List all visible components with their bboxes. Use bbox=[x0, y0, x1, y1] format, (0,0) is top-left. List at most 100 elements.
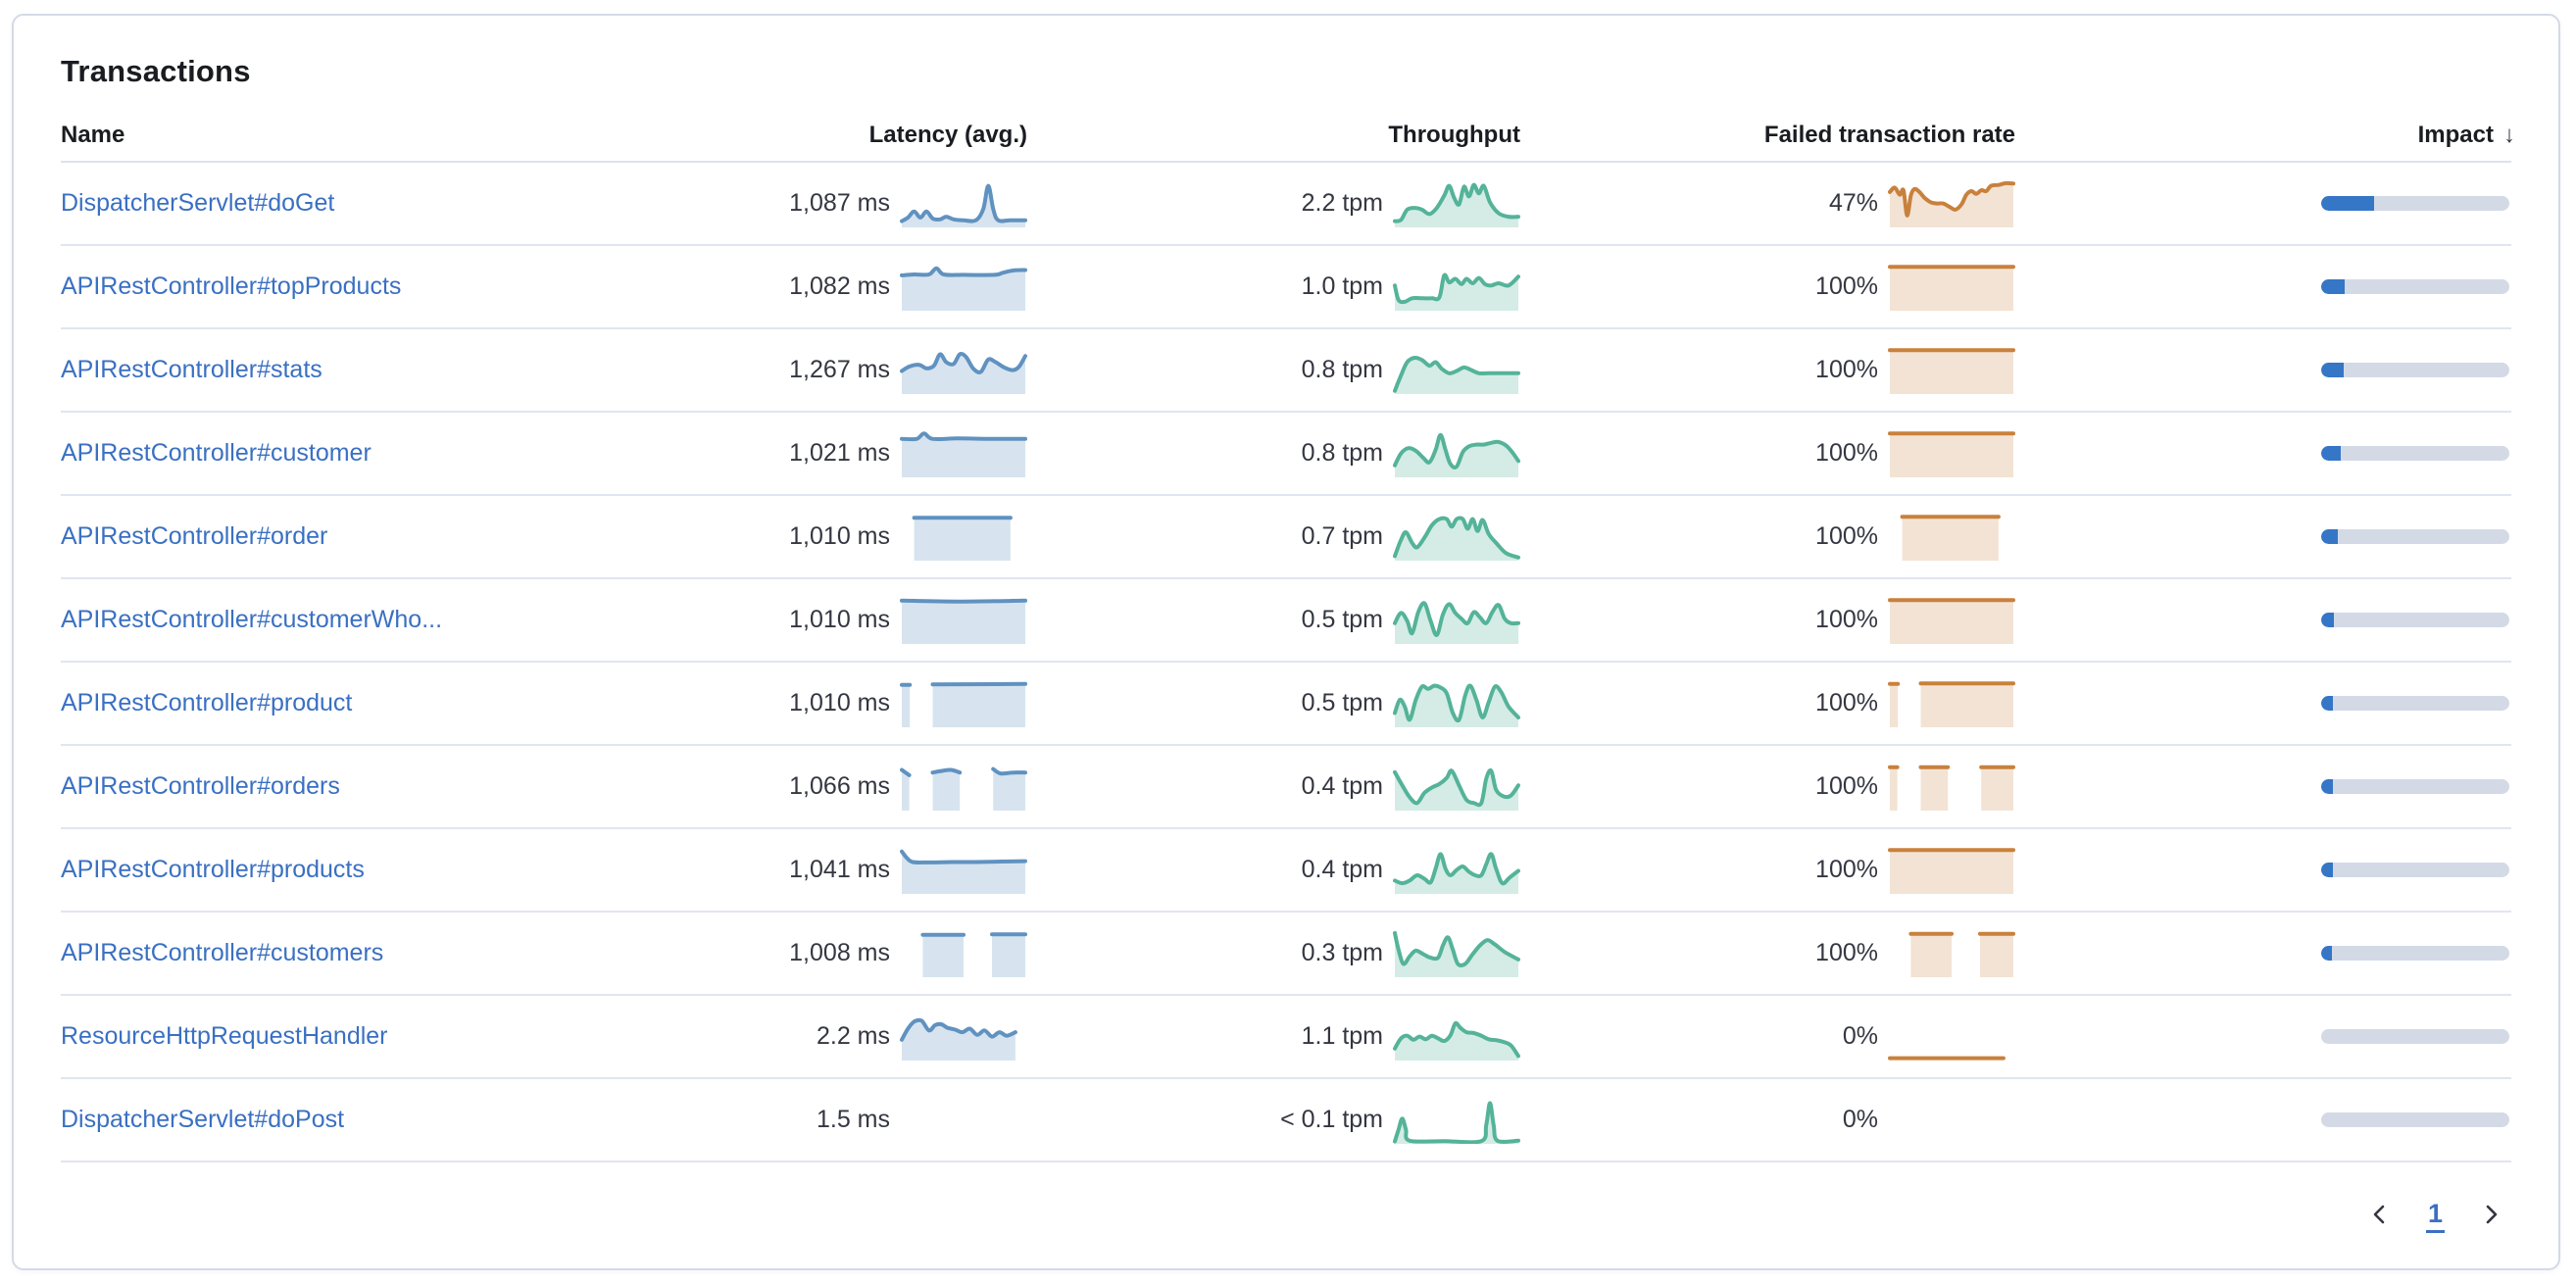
failed-rate-value: 0% bbox=[1843, 1022, 1878, 1051]
transaction-link[interactable]: APIRestController#topProducts bbox=[61, 272, 570, 301]
failed-rate-cell: 100% bbox=[1520, 347, 2015, 394]
latency-cell: 1,267 ms bbox=[570, 347, 1027, 394]
column-header-latency[interactable]: Latency (avg.) bbox=[570, 122, 1027, 149]
failed-rate-value: 100% bbox=[1815, 856, 1878, 884]
next-page-button[interactable] bbox=[2474, 1198, 2507, 1234]
throughput-sparkline bbox=[1393, 430, 1520, 477]
throughput-sparkline bbox=[1393, 764, 1520, 811]
throughput-value: 0.4 tpm bbox=[1302, 772, 1383, 801]
failed-rate-value: 0% bbox=[1843, 1106, 1878, 1134]
transaction-link[interactable]: APIRestController#stats bbox=[61, 356, 570, 384]
column-header-throughput[interactable]: Throughput bbox=[1027, 122, 1520, 149]
impact-bar-track bbox=[2321, 529, 2509, 544]
latency-value: 1.5 ms bbox=[817, 1106, 890, 1134]
throughput-value: 0.5 tpm bbox=[1302, 689, 1383, 717]
impact-cell bbox=[2015, 1112, 2515, 1127]
failed-rate-sparkline bbox=[1888, 930, 2015, 977]
failed-rate-sparkline bbox=[1888, 847, 2015, 894]
impact-bar-track bbox=[2321, 196, 2509, 211]
impact-cell bbox=[2015, 446, 2515, 461]
impact-bar-fill bbox=[2321, 779, 2333, 794]
name-cell: ResourceHttpRequestHandler bbox=[61, 1022, 570, 1051]
page-number-1[interactable]: 1 bbox=[2426, 1199, 2445, 1233]
latency-value: 1,087 ms bbox=[789, 189, 890, 218]
failed-rate-value: 100% bbox=[1815, 606, 1878, 634]
failed-rate-value: 47% bbox=[1829, 189, 1878, 218]
failed-rate-cell: 100% bbox=[1520, 930, 2015, 977]
name-cell: APIRestController#customers bbox=[61, 939, 570, 967]
throughput-value: 0.7 tpm bbox=[1302, 522, 1383, 551]
latency-cell: 1,041 ms bbox=[570, 847, 1027, 894]
throughput-cell: 1.0 tpm bbox=[1027, 264, 1520, 311]
latency-sparkline bbox=[900, 764, 1027, 811]
throughput-cell: 0.4 tpm bbox=[1027, 764, 1520, 811]
impact-bar-fill bbox=[2321, 946, 2332, 961]
failed-rate-sparkline bbox=[1888, 430, 2015, 477]
throughput-cell: 1.1 tpm bbox=[1027, 1013, 1520, 1061]
transaction-link[interactable]: APIRestController#order bbox=[61, 522, 570, 551]
column-header-name[interactable]: Name bbox=[61, 122, 570, 149]
impact-bar-track bbox=[2321, 696, 2509, 711]
impact-bar-fill bbox=[2321, 279, 2345, 294]
throughput-sparkline bbox=[1393, 680, 1520, 727]
transaction-link[interactable]: APIRestController#customerWho... bbox=[61, 606, 570, 634]
transaction-link[interactable]: APIRestController#products bbox=[61, 856, 570, 884]
latency-value: 1,082 ms bbox=[789, 272, 890, 301]
latency-cell: 1,087 ms bbox=[570, 180, 1027, 227]
column-header-failed[interactable]: Failed transaction rate bbox=[1520, 122, 2015, 149]
throughput-sparkline bbox=[1393, 347, 1520, 394]
latency-cell: 1,010 ms bbox=[570, 514, 1027, 561]
latency-cell: 1,021 ms bbox=[570, 430, 1027, 477]
throughput-sparkline bbox=[1393, 597, 1520, 644]
throughput-sparkline bbox=[1393, 264, 1520, 311]
transaction-link[interactable]: APIRestController#orders bbox=[61, 772, 570, 801]
impact-cell bbox=[2015, 779, 2515, 794]
impact-cell bbox=[2015, 363, 2515, 377]
throughput-cell: 0.7 tpm bbox=[1027, 514, 1520, 561]
failed-rate-cell: 100% bbox=[1520, 597, 2015, 644]
name-cell: APIRestController#topProducts bbox=[61, 272, 570, 301]
impact-cell bbox=[2015, 196, 2515, 211]
impact-cell bbox=[2015, 696, 2515, 711]
impact-cell bbox=[2015, 279, 2515, 294]
failed-rate-sparkline bbox=[1888, 264, 2015, 311]
column-label-name: Name bbox=[61, 122, 124, 149]
impact-bar-fill bbox=[2321, 363, 2344, 377]
failed-rate-value: 100% bbox=[1815, 356, 1878, 384]
failed-rate-sparkline bbox=[1888, 514, 2015, 561]
transaction-link[interactable]: APIRestController#customer bbox=[61, 439, 570, 468]
column-label-impact: Impact bbox=[2418, 122, 2494, 149]
transaction-link[interactable]: APIRestController#customers bbox=[61, 939, 570, 967]
failed-rate-cell: 0% bbox=[1520, 1013, 2015, 1061]
failed-rate-cell: 100% bbox=[1520, 514, 2015, 561]
throughput-value: 1.0 tpm bbox=[1302, 272, 1383, 301]
impact-bar-fill bbox=[2321, 863, 2333, 877]
column-label-failed: Failed transaction rate bbox=[1764, 122, 2015, 149]
prev-page-button[interactable] bbox=[2363, 1198, 2397, 1234]
throughput-sparkline bbox=[1393, 1013, 1520, 1061]
transaction-link[interactable]: DispatcherServlet#doPost bbox=[61, 1106, 570, 1134]
column-header-impact[interactable]: Impact ↓ bbox=[2015, 122, 2515, 149]
sort-desc-icon: ↓ bbox=[2503, 122, 2515, 149]
table-row: APIRestController#customerWho...1,010 ms… bbox=[61, 579, 2511, 663]
throughput-sparkline bbox=[1393, 847, 1520, 894]
latency-sparkline bbox=[900, 180, 1027, 227]
impact-bar-track bbox=[2321, 1029, 2509, 1044]
latency-sparkline bbox=[900, 847, 1027, 894]
throughput-value: 0.8 tpm bbox=[1302, 439, 1383, 468]
impact-bar-track bbox=[2321, 279, 2509, 294]
impact-bar-fill bbox=[2321, 196, 2374, 211]
throughput-value: 0.5 tpm bbox=[1302, 606, 1383, 634]
name-cell: DispatcherServlet#doPost bbox=[61, 1106, 570, 1134]
throughput-cell: 0.5 tpm bbox=[1027, 597, 1520, 644]
table-row: APIRestController#products1,041 ms0.4 tp… bbox=[61, 829, 2511, 913]
throughput-value: 0.8 tpm bbox=[1302, 356, 1383, 384]
pagination: 1 bbox=[61, 1198, 2511, 1234]
transaction-link[interactable]: ResourceHttpRequestHandler bbox=[61, 1022, 570, 1051]
impact-bar-track bbox=[2321, 1112, 2509, 1127]
latency-value: 1,066 ms bbox=[789, 772, 890, 801]
name-cell: APIRestController#customerWho... bbox=[61, 606, 570, 634]
latency-sparkline bbox=[900, 930, 1027, 977]
transaction-link[interactable]: APIRestController#product bbox=[61, 689, 570, 717]
transaction-link[interactable]: DispatcherServlet#doGet bbox=[61, 189, 570, 218]
